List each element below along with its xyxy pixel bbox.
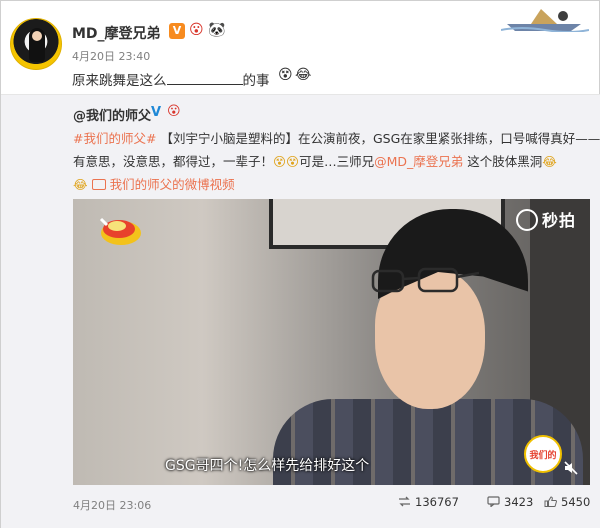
glasses-icon bbox=[371, 267, 479, 293]
video-link-icon bbox=[91, 179, 106, 190]
comment-count: 3423 bbox=[504, 495, 534, 509]
laugh-emoji-icon: 😂 bbox=[73, 177, 88, 192]
repost-stat[interactable]: 136767 bbox=[398, 495, 459, 509]
laugh-emoji-icon: 😂 bbox=[295, 67, 312, 83]
retweet-text-2a: 有意思，没意思，都得过，一辈子！ bbox=[73, 154, 274, 169]
repost-count: 136767 bbox=[415, 495, 459, 509]
cake-logo-icon bbox=[99, 217, 141, 245]
retweet-line-3: 😂 我们的师父的微博视频 bbox=[73, 174, 235, 193]
hashtag-link[interactable]: #我们的师父# bbox=[73, 131, 156, 146]
miaopai-logo-icon bbox=[515, 209, 538, 231]
retweet-block: @我们的师父 V 😮 #我们的师父# 【刘宇宁小脑是塑料的】在公演前夜，GSG在… bbox=[1, 94, 600, 528]
panda-emoji-icon: 🐼 bbox=[208, 22, 226, 38]
weibo-card: MD_摩登兄弟 V 😮 🐼 4月20日 23:40 原来跳舞是这么 的事 😵 😂 … bbox=[0, 0, 600, 528]
member-emoji-icon: 😮 bbox=[189, 22, 204, 38]
post-time[interactable]: 4月20日 23:40 bbox=[72, 48, 150, 64]
verified-badge-icon: V bbox=[169, 23, 185, 39]
video-link[interactable]: 我们的师父的微博视频 bbox=[91, 177, 235, 192]
retweet-text-1: 在公演前夜，GSG在家里紧张排练，口号喊得真好—— bbox=[297, 131, 600, 146]
retweet-username[interactable]: @我们的师父 bbox=[73, 105, 151, 124]
retweet-line-1: #我们的师父# 【刘宇宁小脑是塑料的】在公演前夜，GSG在家里紧张排练，口号喊得… bbox=[73, 128, 600, 147]
miaopai-watermark: 秒拍 bbox=[515, 207, 576, 231]
retweet-text-2b: 可是…三师兄 bbox=[299, 154, 375, 169]
like-count: 5450 bbox=[561, 495, 591, 509]
post-text-after: 的事 bbox=[242, 73, 270, 89]
video-player[interactable]: 秒拍 GSG哥四个!怎么样先给排好这个 我们的师父 bbox=[73, 199, 590, 485]
comment-icon bbox=[487, 496, 500, 507]
post-text-before: 原来跳舞是这么 bbox=[72, 73, 167, 89]
fill-blank bbox=[166, 73, 243, 85]
member-emoji-icon: 😮 bbox=[167, 104, 181, 119]
retweet-bracket-text: 【刘宇宁小脑是塑料的】 bbox=[160, 131, 298, 146]
laugh-emoji-icon: 😂 bbox=[542, 154, 557, 169]
retweet-time[interactable]: 4月20日 23:06 bbox=[73, 497, 151, 513]
verified-blue-icon: V bbox=[151, 105, 162, 120]
mention-link[interactable]: @MD_摩登兄弟 bbox=[374, 154, 463, 169]
retweet-line-2: 有意思，没意思，都得过，一辈子！😵😵可是…三师兄@MD_摩登兄弟 这个肢体黑洞😂 bbox=[73, 151, 557, 170]
video-link-label: 我们的师父的微博视频 bbox=[109, 177, 235, 192]
watermark-label: 秒拍 bbox=[541, 211, 576, 230]
post-text: 原来跳舞是这么 的事 bbox=[72, 69, 270, 89]
comment-stat[interactable]: 3423 bbox=[487, 495, 533, 509]
dizzy-emoji-icon: 😵😵 bbox=[273, 154, 300, 169]
mute-icon[interactable] bbox=[564, 461, 578, 475]
repost-icon bbox=[399, 496, 410, 507]
like-icon bbox=[544, 496, 557, 507]
retweet-text-2c: 这个肢体黑洞 bbox=[467, 154, 543, 169]
dizzy-emoji-icon: 😵 bbox=[278, 67, 293, 83]
boat-decoration-icon bbox=[501, 9, 589, 32]
post-username[interactable]: MD_摩登兄弟 bbox=[72, 23, 161, 43]
video-subtitle: GSG哥四个!怎么样先给排好这个 bbox=[165, 458, 370, 474]
avatar-face bbox=[32, 31, 42, 41]
like-stat[interactable]: 5450 bbox=[544, 495, 590, 509]
channel-logo: 我们的师父 bbox=[524, 435, 562, 473]
user-avatar[interactable] bbox=[10, 18, 62, 70]
